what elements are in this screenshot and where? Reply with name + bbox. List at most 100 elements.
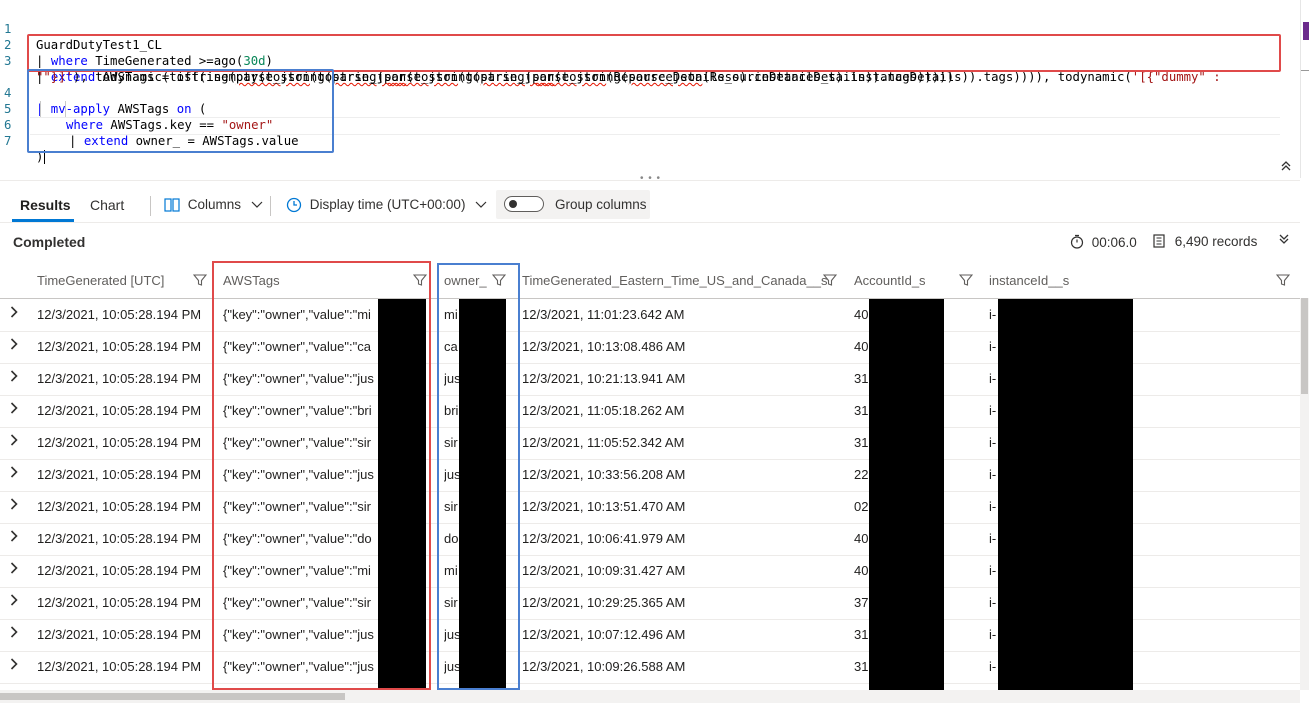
- cell-eastern-time: 12/3/2021, 10:21:13.941 AM: [522, 371, 686, 386]
- query-editor[interactable]: 1 GuardDutyTest1_CL 2 | where TimeGenera…: [0, 0, 1309, 184]
- cell-instanceid: i-: [989, 403, 997, 418]
- cell-instanceid: i-: [989, 467, 997, 482]
- horizontal-scrollbar[interactable]: [0, 690, 1300, 703]
- cell-timegenerated: 12/3/2021, 10:05:28.194 PM: [37, 595, 202, 610]
- record-count: 6,490 records: [1153, 234, 1257, 249]
- chevron-right-icon[interactable]: [10, 523, 18, 555]
- cell-accountid: 31: [854, 371, 869, 386]
- cell-accountid: 02: [854, 499, 869, 514]
- cell-instanceid: i-: [989, 435, 997, 450]
- cell-accountid: 40: [854, 531, 869, 546]
- document-icon: [1153, 234, 1165, 248]
- cell-timegenerated: 12/3/2021, 10:05:28.194 PM: [37, 339, 202, 354]
- cell-accountid: 37: [854, 595, 869, 610]
- cell-eastern-time: 12/3/2021, 11:05:18.262 AM: [522, 403, 685, 418]
- cell-timegenerated: 12/3/2021, 10:05:28.194 PM: [37, 371, 202, 386]
- overview-ruler-line: [1301, 70, 1309, 71]
- highlight-box-owner-column: [437, 263, 520, 690]
- tab-results[interactable]: Results: [20, 188, 71, 222]
- cell-eastern-time: 12/3/2021, 10:06:41.979 AM: [522, 531, 686, 546]
- clock-icon: [286, 198, 302, 213]
- highlight-box-awstags-column: [212, 261, 431, 690]
- columns-icon: [164, 198, 180, 213]
- toggle-knob: [509, 200, 517, 208]
- divider: [150, 196, 151, 216]
- cell-eastern-time: 12/3/2021, 10:13:51.470 AM: [522, 499, 686, 514]
- toggle-track[interactable]: [504, 196, 544, 212]
- collapse-editor-icon[interactable]: [1277, 158, 1295, 176]
- group-columns-toggle[interactable]: Group columns: [496, 190, 650, 219]
- column-header-eastern-time[interactable]: TimeGenerated_Eastern_Time_US_and_Canada…: [522, 264, 827, 298]
- redaction-block: [869, 299, 944, 690]
- results-grid: TimeGenerated [UTC] AWSTags owner_ TimeG…: [0, 264, 1300, 690]
- divider: [0, 180, 1300, 181]
- highlight-box-extend: [27, 34, 1281, 72]
- resize-handle-icon[interactable]: • • •: [640, 173, 661, 184]
- tab-chart[interactable]: Chart: [90, 188, 124, 222]
- status-text: Completed: [13, 234, 86, 250]
- cell-instanceid: i-: [989, 307, 997, 322]
- chevron-right-icon[interactable]: [10, 619, 18, 651]
- column-header-timegenerated[interactable]: TimeGenerated [UTC]: [37, 264, 164, 298]
- cell-timegenerated: 12/3/2021, 10:05:28.194 PM: [37, 563, 202, 578]
- chevron-down-icon: [251, 202, 263, 209]
- columns-button[interactable]: Columns: [164, 188, 263, 222]
- display-time-button[interactable]: Display time (UTC+00:00): [286, 188, 487, 222]
- cell-instanceid: i-: [989, 339, 997, 354]
- overview-ruler-marker: [1303, 22, 1309, 40]
- cell-instanceid: i-: [989, 595, 997, 610]
- scrollbar-thumb[interactable]: [1301, 298, 1308, 394]
- chevron-right-icon[interactable]: [10, 651, 18, 683]
- cell-eastern-time: 12/3/2021, 10:09:26.588 AM: [522, 659, 686, 674]
- vertical-scrollbar[interactable]: [1300, 298, 1309, 690]
- cell-accountid: 22: [854, 467, 869, 482]
- filter-icon[interactable]: [958, 273, 974, 287]
- results-toolbar: Results Chart Columns Display time (UTC+…: [0, 188, 1300, 223]
- cell-timegenerated: 12/3/2021, 10:05:28.194 PM: [37, 435, 202, 450]
- columns-label: Columns: [187, 197, 242, 212]
- cell-instanceid: i-: [989, 563, 997, 578]
- column-header-accountid[interactable]: AccountId_s: [854, 264, 926, 298]
- chevron-right-icon[interactable]: [10, 363, 18, 395]
- cell-timegenerated: 12/3/2021, 10:05:28.194 PM: [37, 307, 202, 322]
- status-bar: Completed 00:06.0 6,490 records: [0, 228, 1300, 258]
- cell-eastern-time: 12/3/2021, 10:09:31.427 AM: [522, 563, 686, 578]
- chevron-right-icon[interactable]: [10, 299, 18, 331]
- tab-results-underline: [12, 219, 74, 222]
- cell-instanceid: i-: [989, 531, 997, 546]
- chevron-right-icon[interactable]: [10, 395, 18, 427]
- cell-timegenerated: 12/3/2021, 10:05:28.194 PM: [37, 627, 202, 642]
- cell-timegenerated: 12/3/2021, 10:05:28.194 PM: [37, 659, 202, 674]
- chevron-down-icon: [475, 202, 487, 209]
- chevron-right-icon[interactable]: [10, 459, 18, 491]
- chevron-right-icon[interactable]: [10, 587, 18, 619]
- filter-icon[interactable]: [822, 273, 838, 287]
- code-line-1: 1 GuardDutyTest1_CL: [0, 5, 162, 52]
- cell-eastern-time: 12/3/2021, 10:29:25.365 AM: [522, 595, 686, 610]
- expand-all-icon[interactable]: [1278, 232, 1290, 248]
- filter-icon[interactable]: [1275, 273, 1291, 287]
- chevron-right-icon[interactable]: [10, 555, 18, 587]
- cell-instanceid: i-: [989, 371, 997, 386]
- group-columns-label: Group columns: [555, 197, 647, 212]
- cell-instanceid: i-: [989, 659, 997, 674]
- chevron-right-icon[interactable]: [10, 427, 18, 459]
- filter-icon[interactable]: [192, 273, 208, 287]
- cell-timegenerated: 12/3/2021, 10:05:28.194 PM: [37, 499, 202, 514]
- redaction-block: [998, 299, 1133, 690]
- cell-eastern-time: 12/3/2021, 10:13:08.486 AM: [522, 339, 686, 354]
- chevron-right-icon[interactable]: [10, 331, 18, 363]
- cell-eastern-time: 12/3/2021, 10:33:56.208 AM: [522, 467, 686, 482]
- column-header-instanceid[interactable]: instanceId__s: [989, 264, 1069, 298]
- cell-eastern-time: 12/3/2021, 11:05:52.342 AM: [522, 435, 685, 450]
- cell-timegenerated: 12/3/2021, 10:05:28.194 PM: [37, 467, 202, 482]
- editor-scroll-edge: [1300, 0, 1301, 178]
- cell-accountid: 31: [854, 627, 869, 642]
- chevron-right-icon[interactable]: [10, 491, 18, 523]
- scrollbar-thumb[interactable]: [0, 693, 345, 700]
- elapsed-time: 00:06.0: [1070, 234, 1137, 250]
- cell-timegenerated: 12/3/2021, 10:05:28.194 PM: [37, 403, 202, 418]
- grid-header: TimeGenerated [UTC] AWSTags owner_ TimeG…: [0, 264, 1300, 299]
- line-number: 7: [4, 134, 12, 148]
- cell-timegenerated: 12/3/2021, 10:05:28.194 PM: [37, 531, 202, 546]
